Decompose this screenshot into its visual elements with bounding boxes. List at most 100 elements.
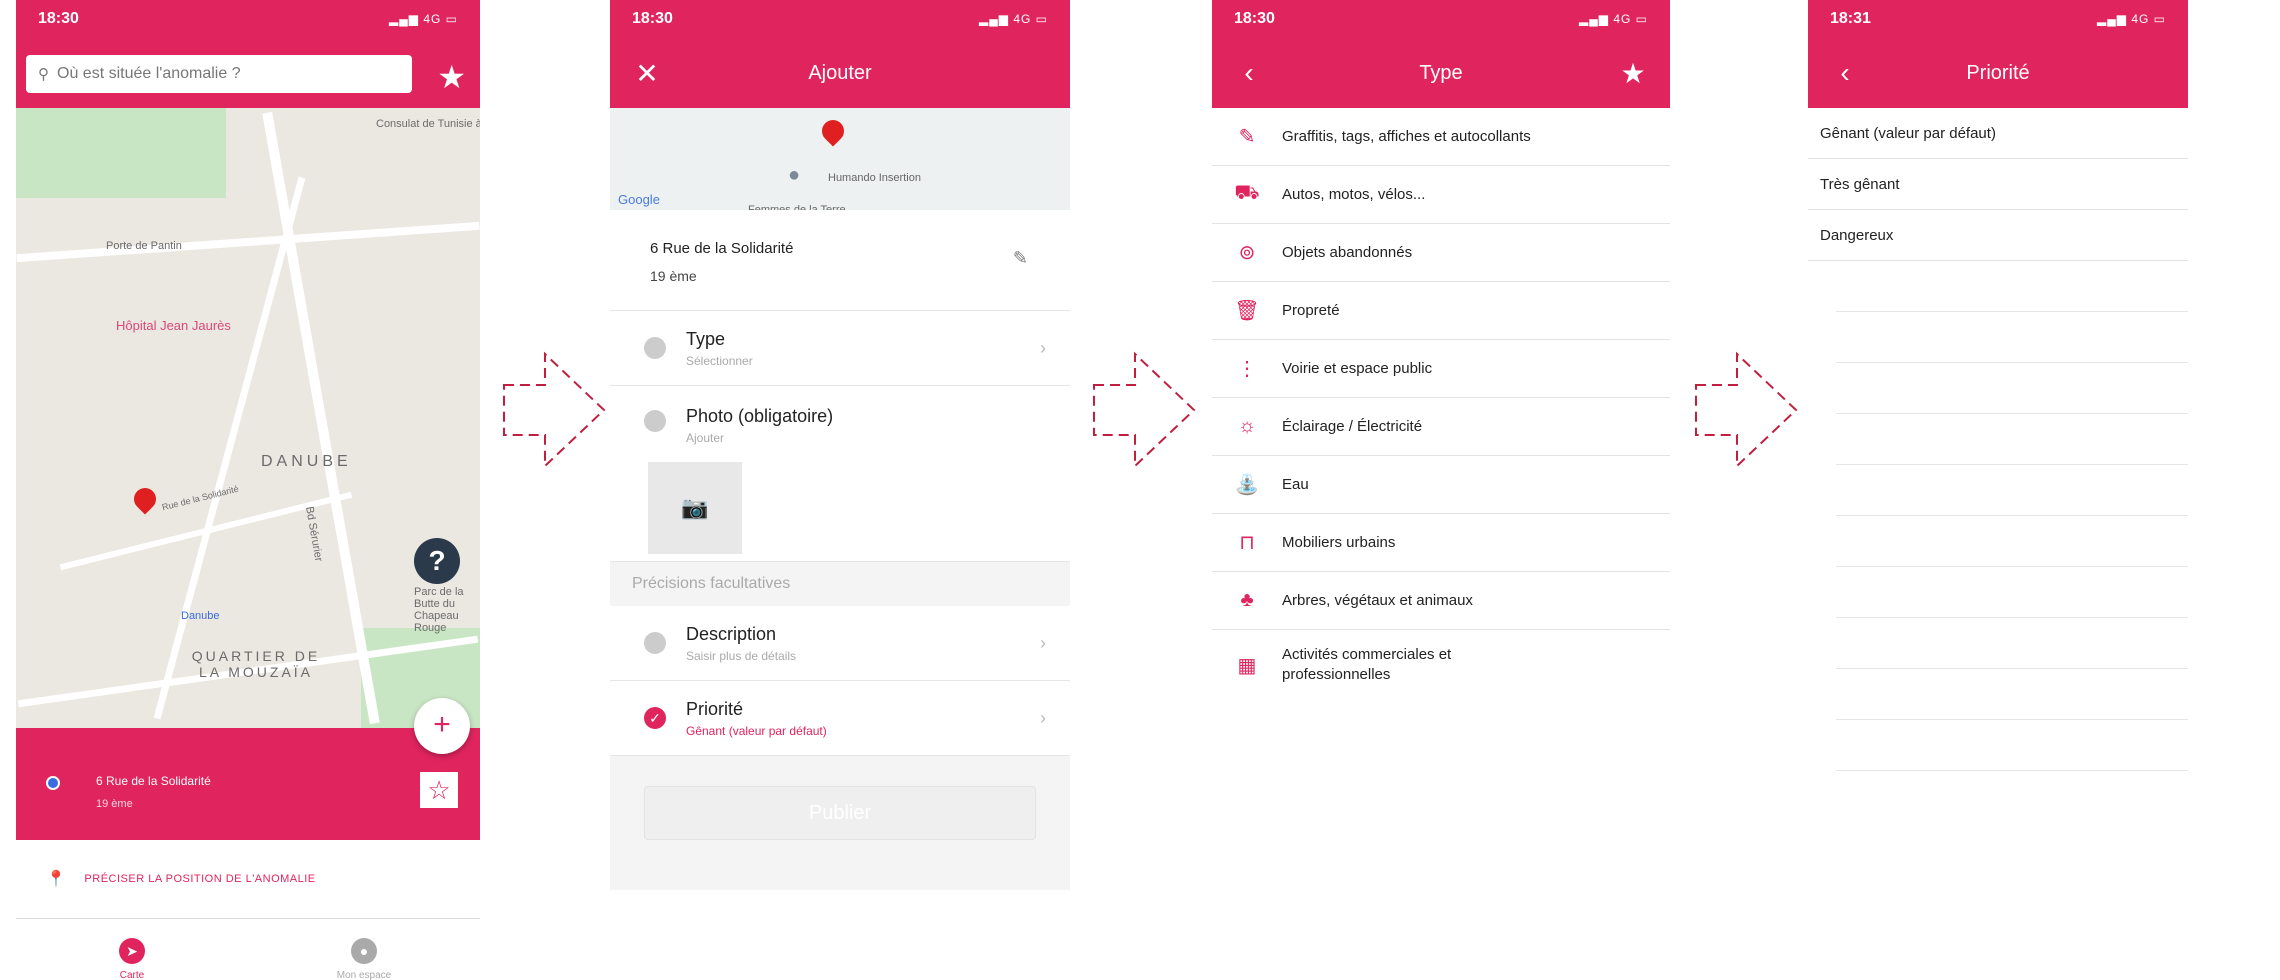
list-item-label: Arbres, végétaux et animaux bbox=[1282, 591, 1473, 609]
nav-bar: ‹ Type ★ bbox=[1212, 38, 1670, 108]
list-item-label: Eau bbox=[1282, 475, 1309, 493]
status-time: 18:31 bbox=[1830, 10, 1871, 27]
close-icon[interactable]: ✕ bbox=[632, 57, 662, 90]
empty-row bbox=[1836, 414, 2188, 465]
box-icon: ⊚ bbox=[1238, 242, 1256, 264]
pin-small-icon: 📍 bbox=[46, 871, 67, 888]
add-favorite-icon[interactable]: ☆ bbox=[420, 772, 458, 808]
map-label: Humando Insertion bbox=[828, 172, 921, 184]
priority-option[interactable]: Gênant (valeur par défaut) bbox=[1808, 108, 2188, 159]
add-anomaly-button[interactable]: + bbox=[414, 698, 470, 754]
list-item[interactable]: ☼ Éclairage / Électricité bbox=[1212, 398, 1670, 456]
favorites-star-icon[interactable]: ★ bbox=[1618, 57, 1648, 90]
status-circle-icon bbox=[644, 410, 666, 432]
status-bar: 18:31 ▂▄▆ 4G ▭ bbox=[1808, 0, 2188, 38]
chevron-right-icon: › bbox=[1040, 707, 1046, 728]
mini-map[interactable]: ● Humando Insertion Femmes de la Terre G… bbox=[610, 108, 1070, 216]
locate-anomaly-link[interactable]: 📍 PRÉCISER LA POSITION DE L'ANOMALIE bbox=[16, 840, 480, 919]
map-road bbox=[16, 221, 480, 263]
list-item-label: Activités commerciales et professionnell… bbox=[1282, 646, 1452, 683]
map-label: Rue de la Solidarité bbox=[160, 483, 240, 513]
signal-indicator: ▂▄▆ 4G ▭ bbox=[389, 12, 458, 26]
search-input[interactable]: ⚲ Où est située l'anomalie ? bbox=[26, 55, 412, 93]
location-pin-icon[interactable] bbox=[129, 483, 161, 515]
description-row[interactable]: Description Saisir plus de détails › bbox=[610, 606, 1070, 681]
map-road bbox=[153, 176, 306, 720]
list-item[interactable]: ⛲ Eau bbox=[1212, 456, 1670, 514]
list-item[interactable]: ⋮ Voirie et espace public bbox=[1212, 340, 1670, 398]
nav-bar: ✕ Ajouter bbox=[610, 38, 1070, 108]
empty-row bbox=[1836, 363, 2188, 414]
empty-row bbox=[1836, 771, 2188, 820]
priority-row[interactable]: ✓ Priorité Gênant (valeur par défaut) › bbox=[610, 681, 1070, 756]
map-label: Hôpital Jean Jaurès bbox=[116, 318, 231, 333]
row-subtitle: Gênant (valeur par défaut) bbox=[686, 723, 827, 738]
address-line: 6 Rue de la Solidarité bbox=[650, 240, 794, 257]
chevron-right-icon: › bbox=[1040, 337, 1046, 358]
add-photo-camera-icon[interactable]: 📷 bbox=[648, 462, 742, 554]
publish-button[interactable]: Publier bbox=[644, 786, 1036, 840]
tab-bar: ➤ Carte ● Mon espace bbox=[16, 919, 480, 980]
page-title: Priorité bbox=[1966, 61, 2030, 84]
row-title: Description bbox=[686, 623, 777, 644]
empty-row bbox=[1836, 465, 2188, 516]
list-item-label: Éclairage / Électricité bbox=[1282, 417, 1423, 435]
place-marker-icon: ● bbox=[788, 164, 801, 186]
empty-row bbox=[1836, 669, 2188, 720]
empty-row bbox=[1836, 516, 2188, 567]
tab-mon-espace[interactable]: ● Mon espace bbox=[248, 919, 480, 980]
compass-icon: ➤ bbox=[119, 937, 145, 964]
list-item[interactable]: ⊚ Objets abandonnés bbox=[1212, 224, 1670, 282]
list-item[interactable]: ⛟ Autos, motos, vélos... bbox=[1212, 166, 1670, 224]
list-item[interactable]: ✎ Graffitis, tags, affiches et autocollan… bbox=[1212, 108, 1670, 166]
photo-row[interactable]: Photo (obligatoire) Ajouter 📷 bbox=[610, 386, 1070, 562]
map-label: Danube bbox=[181, 610, 220, 622]
card-arrondissement: 19 ème bbox=[96, 798, 133, 810]
water-icon: ⛲ bbox=[1234, 474, 1260, 496]
help-icon[interactable]: ? bbox=[414, 538, 460, 584]
tab-label: Mon espace bbox=[336, 969, 392, 980]
tab-carte[interactable]: ➤ Carte bbox=[16, 919, 248, 980]
google-logo: Google bbox=[618, 192, 660, 207]
graffiti-icon: ✎ bbox=[1238, 126, 1256, 148]
map-label: Parc de la Butte du Chapeau Rouge bbox=[414, 586, 464, 634]
screen-priority: 18:31 ▂▄▆ 4G ▭ ‹ Priorité Gênant (valeur… bbox=[1808, 0, 2188, 820]
nav-bar: ‹ Priorité bbox=[1808, 38, 2188, 108]
row-subtitle: Ajouter bbox=[686, 431, 725, 445]
map-view[interactable]: Consulat de Tunisie à Pantin Porte de Pa… bbox=[16, 108, 480, 728]
empty-row bbox=[1836, 720, 2188, 771]
shop-icon: ▦ bbox=[1237, 654, 1257, 677]
list-item[interactable]: 🗑 Propreté bbox=[1212, 282, 1670, 340]
selected-address-card[interactable]: + 6 Rue de la Solidarité 19 ème ☆ bbox=[16, 698, 480, 840]
row-title: Photo (obligatoire) bbox=[686, 406, 834, 426]
tab-label: Carte bbox=[119, 969, 145, 980]
traffic-light-icon: ⋮ bbox=[1237, 358, 1257, 380]
list-item-label: Graffitis, tags, affiches et autocollant… bbox=[1282, 127, 1531, 145]
card-address: 6 Rue de la Solidarité bbox=[96, 774, 211, 788]
list-item-label: Voirie et espace public bbox=[1282, 359, 1433, 377]
status-bar: 18:30 ▂▄▆ 4G ▭ bbox=[16, 0, 480, 38]
screen-add: 18:30 ▂▄▆ 4G ▭ ✕ Ajouter ● Humando Inser… bbox=[610, 0, 1070, 890]
list-item-label: Propreté bbox=[1282, 301, 1340, 319]
map-label: Porte de Pantin bbox=[106, 240, 182, 252]
back-chevron-icon[interactable]: ‹ bbox=[1234, 57, 1264, 89]
priority-option[interactable]: Très gênant bbox=[1808, 159, 2188, 210]
page-title: Type bbox=[1419, 61, 1463, 84]
back-chevron-icon[interactable]: ‹ bbox=[1830, 57, 1860, 89]
flow-arrow-icon bbox=[1695, 351, 1798, 469]
list-item[interactable]: ▦ Activités commerciales et professionnel… bbox=[1212, 630, 1670, 700]
edit-pencil-icon[interactable]: ✎ bbox=[1013, 248, 1028, 269]
type-list: ✎ Graffitis, tags, affiches et autocollan… bbox=[1212, 108, 1670, 700]
list-item[interactable]: ⊓ Mobiliers urbains bbox=[1212, 514, 1670, 572]
status-circle-icon bbox=[644, 632, 666, 654]
list-item-label: Autos, motos, vélos... bbox=[1282, 185, 1426, 203]
favorites-star-icon[interactable]: ★ bbox=[437, 58, 466, 96]
screen-type: 18:30 ▂▄▆ 4G ▭ ‹ Type ★ ✎ Graffitis, tags… bbox=[1212, 0, 1670, 700]
location-pin-icon bbox=[817, 115, 849, 147]
priority-option[interactable]: Dangereux bbox=[1808, 210, 2188, 261]
address-block: 6 Rue de la Solidarité 19 ème ✎ bbox=[610, 210, 1070, 311]
search-placeholder: Où est située l'anomalie ? bbox=[57, 65, 241, 82]
list-item[interactable]: ♣ Arbres, végétaux et animaux bbox=[1212, 572, 1670, 630]
type-row[interactable]: Type Sélectionner › bbox=[610, 311, 1070, 386]
map-label: Bd Sérurier bbox=[303, 505, 325, 563]
